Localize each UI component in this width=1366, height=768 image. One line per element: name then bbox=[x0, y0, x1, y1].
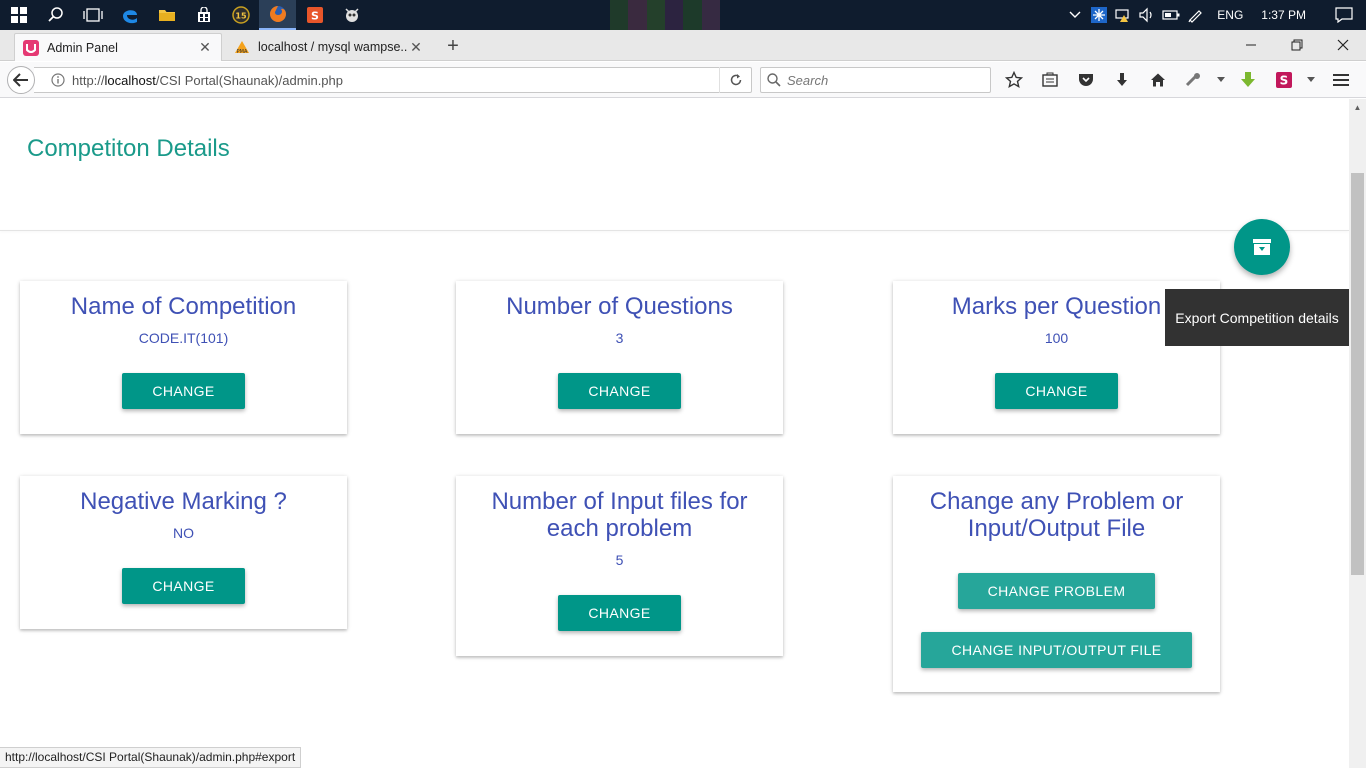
pen-icon[interactable] bbox=[1183, 0, 1207, 30]
svg-text:15: 15 bbox=[235, 12, 247, 21]
scrollbar-thumb[interactable] bbox=[1351, 173, 1364, 575]
minimize-icon[interactable] bbox=[1228, 30, 1274, 60]
header-divider bbox=[0, 230, 1349, 231]
competition-name-card: Name of Competition CODE.IT(101) CHANGE bbox=[20, 281, 347, 434]
export-tooltip: Export Competition details bbox=[1165, 289, 1349, 346]
snowflake-icon[interactable] bbox=[1087, 0, 1111, 30]
search-icon bbox=[761, 73, 787, 87]
tab-phpmyadmin[interactable]: PMA localhost / mysql wampse... ✕ bbox=[226, 33, 432, 61]
language-indicator[interactable]: ENG bbox=[1207, 8, 1253, 22]
close-window-icon[interactable] bbox=[1320, 30, 1366, 60]
page-scrollbar[interactable]: ▲ bbox=[1349, 99, 1366, 768]
firefox-icon[interactable] bbox=[259, 0, 296, 30]
extension-s-icon[interactable]: S bbox=[1266, 62, 1302, 98]
network-warning-icon[interactable] bbox=[1111, 0, 1135, 30]
page-title: Competiton Details bbox=[27, 135, 230, 162]
browser-tab-bar: Admin Panel ✕ PMA localhost / mysql wamp… bbox=[0, 30, 1366, 61]
back-button[interactable] bbox=[7, 66, 35, 94]
tab-admin-panel[interactable]: Admin Panel ✕ bbox=[14, 33, 222, 61]
app-15-icon[interactable]: 15 bbox=[222, 0, 259, 30]
card-title: Number of Questions bbox=[506, 293, 733, 320]
export-button[interactable] bbox=[1234, 219, 1290, 275]
file-explorer-icon[interactable] bbox=[148, 0, 185, 30]
tab-title: Admin Panel bbox=[47, 40, 118, 55]
negative-marking-card: Negative Marking ? NO CHANGE bbox=[20, 476, 347, 629]
developer-tools-icon[interactable] bbox=[1176, 62, 1212, 98]
card-value: CODE.IT(101) bbox=[138, 330, 229, 346]
number-of-questions-card: Number of Questions 3 CHANGE bbox=[456, 281, 783, 434]
card-title: Negative Marking ? bbox=[80, 488, 287, 515]
status-bar: http://localhost/CSI Portal(Shaunak)/adm… bbox=[0, 747, 302, 768]
notification-icon[interactable] bbox=[1322, 0, 1366, 30]
card-title: Change any Problem or Input/Output File bbox=[929, 488, 1184, 542]
scroll-up-icon[interactable]: ▲ bbox=[1349, 99, 1366, 116]
info-icon[interactable] bbox=[44, 73, 72, 87]
phpmyadmin-favicon-icon: PMA bbox=[234, 39, 250, 55]
change-name-button[interactable]: CHANGE bbox=[122, 373, 245, 409]
change-marks-button[interactable]: CHANGE bbox=[995, 373, 1118, 409]
svg-text:S: S bbox=[1280, 74, 1289, 88]
change-input-files-button[interactable]: CHANGE bbox=[558, 595, 681, 631]
page-viewport: Competiton Details Name of Competition C… bbox=[0, 99, 1349, 747]
pocket-icon[interactable] bbox=[1068, 62, 1104, 98]
home-icon[interactable] bbox=[1140, 62, 1176, 98]
url-text[interactable]: http://localhost/CSI Portal(Shaunak)/adm… bbox=[72, 73, 719, 88]
card-value: 5 bbox=[615, 552, 624, 568]
tab-title: localhost / mysql wampse... bbox=[258, 40, 408, 54]
new-tab-button[interactable]: + bbox=[440, 35, 466, 59]
chevron-up-icon[interactable] bbox=[1063, 0, 1087, 30]
reading-list-icon[interactable] bbox=[1032, 62, 1068, 98]
browser-nav-bar: http://localhost/CSI Portal(Shaunak)/adm… bbox=[0, 62, 1366, 98]
search-input[interactable]: Search bbox=[760, 67, 991, 93]
taskbar-peek-decoration bbox=[610, 0, 720, 30]
battery-icon[interactable] bbox=[1159, 0, 1183, 30]
app-s-icon[interactable]: S bbox=[296, 0, 333, 30]
card-title: Name of Competition bbox=[70, 293, 297, 320]
windows-start-icon[interactable] bbox=[0, 0, 37, 30]
svg-text:S: S bbox=[311, 10, 319, 23]
change-problem-card: Change any Problem or Input/Output File … bbox=[893, 476, 1220, 692]
app-dev-icon[interactable] bbox=[333, 0, 370, 30]
chevron-down-icon[interactable] bbox=[1212, 62, 1230, 98]
admin-panel-favicon-icon bbox=[23, 39, 39, 56]
svg-text:PMA: PMA bbox=[237, 49, 248, 55]
archive-icon bbox=[1253, 239, 1271, 255]
clock[interactable]: 1:37 PM bbox=[1253, 8, 1322, 22]
download-icon[interactable] bbox=[1104, 62, 1140, 98]
reload-icon[interactable] bbox=[719, 67, 751, 93]
hamburger-menu-icon[interactable] bbox=[1320, 62, 1362, 98]
card-value: 3 bbox=[615, 330, 624, 346]
card-title: Number of Input files for each problem bbox=[491, 488, 748, 542]
restore-icon[interactable] bbox=[1274, 30, 1320, 60]
close-tab-icon[interactable]: ✕ bbox=[197, 39, 213, 56]
bookmark-star-icon[interactable] bbox=[996, 62, 1032, 98]
input-files-card: Number of Input files for each problem 5… bbox=[456, 476, 783, 656]
task-view-icon[interactable] bbox=[74, 0, 111, 30]
store-icon[interactable] bbox=[185, 0, 222, 30]
search-icon[interactable] bbox=[37, 0, 74, 30]
edge-icon[interactable] bbox=[111, 0, 148, 30]
card-value: NO bbox=[173, 525, 194, 541]
window-controls bbox=[1228, 30, 1366, 60]
address-bar[interactable]: http://localhost/CSI Portal(Shaunak)/adm… bbox=[34, 67, 752, 93]
change-questions-button[interactable]: CHANGE bbox=[558, 373, 681, 409]
change-input-output-file-button[interactable]: CHANGE INPUT/OUTPUT FILE bbox=[921, 632, 1192, 668]
download-helper-icon[interactable] bbox=[1230, 62, 1266, 98]
chevron-down-icon[interactable] bbox=[1302, 62, 1320, 98]
change-problem-button[interactable]: CHANGE PROBLEM bbox=[957, 573, 1156, 609]
close-tab-icon[interactable]: ✕ bbox=[408, 39, 424, 56]
volume-icon[interactable] bbox=[1135, 0, 1159, 30]
change-negative-marking-button[interactable]: CHANGE bbox=[122, 568, 245, 604]
search-placeholder: Search bbox=[787, 72, 829, 88]
windows-taskbar: 15 S ENG 1:37 PM bbox=[0, 0, 1366, 30]
